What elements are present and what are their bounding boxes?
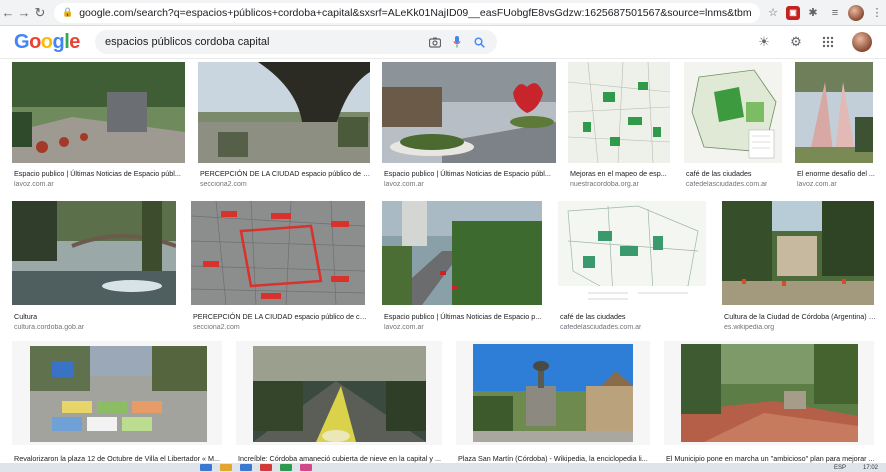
result-thumbnail[interactable] [664,341,874,445]
settings-gear-icon[interactable]: ⚙ [788,34,804,50]
image-result[interactable]: El Municipio pone en marcha un "ambicios… [664,341,876,463]
image-result[interactable]: Revalorizaron la plaza 12 de Octubre de … [12,341,224,463]
image-result[interactable]: Cultura cultura.cordoba.gob.ar [12,201,178,331]
image-result[interactable]: café de las ciudades cafedelasciudades.c… [684,62,784,192]
search-icon[interactable] [471,34,487,50]
extension-red-icon[interactable]: ▣ [786,5,800,20]
taskbar-clock[interactable]: 17:02 [863,465,878,471]
image-result[interactable]: El enorme desafío del ... lavoz.com.ar [795,62,875,192]
result-source[interactable]: lavoz.com.ar [14,181,54,188]
result-source[interactable]: cultura.cordoba.gob.ar [14,324,84,331]
address-url: google.com/search?q=espacios+públicos+co… [79,6,752,19]
result-thumbnail[interactable] [795,62,873,163]
result-title[interactable]: Increíble: Córdoba amaneció cubierta de … [238,454,444,463]
result-thumbnail[interactable] [236,341,442,445]
image-result[interactable]: Cultura de la Ciudad de Córdoba (Argenti… [722,201,876,331]
header-divider [0,58,886,59]
result-title[interactable]: café de las ciudades [560,312,706,321]
result-source[interactable]: nuestracordoba.org.ar [570,181,639,188]
taskbar-app-icon[interactable] [240,464,252,471]
image-result[interactable]: Espacio publico | Últimas Noticias de Es… [12,62,187,192]
apps-grid-icon[interactable] [820,34,836,50]
brightness-icon[interactable]: ☀ [756,34,772,50]
result-thumbnail[interactable] [722,201,874,305]
result-source[interactable]: es.wikipedia.org [724,324,774,331]
browser-menu-icon[interactable]: ⋮ [868,4,886,22]
account-avatar[interactable] [852,32,872,52]
result-thumbnail[interactable] [684,62,782,163]
result-thumbnail[interactable] [558,201,706,305]
result-source[interactable]: lavoz.com.ar [797,181,837,188]
result-title[interactable]: PERCEPCIÓN DE LA CIUDAD espacio público … [193,312,367,321]
search-box[interactable]: espacios públicos cordoba capital [95,30,497,54]
result-title[interactable]: Mejoras en el mapeo de esp... [570,169,670,178]
taskbar-language[interactable]: ESP [834,465,846,471]
result-title[interactable]: café de las ciudades [686,169,782,178]
search-input[interactable]: espacios públicos cordoba capital [105,36,421,48]
reload-icon[interactable]: ↻ [32,2,48,24]
browser-toolbar: ← → ↻ 🔒 google.com/search?q=espacios+púb… [0,0,886,26]
extensions-puzzle-icon[interactable]: ✱ [804,4,822,22]
result-title[interactable]: Revalorizaron la plaza 12 de Octubre de … [14,454,224,463]
os-taskbar: ESP 17:02 [0,463,886,472]
result-thumbnail[interactable] [382,62,556,163]
taskbar-app-icon[interactable] [220,464,232,471]
taskbar-app-icon[interactable] [300,464,312,471]
result-thumbnail[interactable] [568,62,670,163]
address-bar[interactable]: 🔒 google.com/search?q=espacios+públicos+… [54,2,760,23]
result-thumbnail[interactable] [12,341,222,445]
result-source[interactable]: secciona2.com [193,324,240,331]
taskbar-app-icon[interactable] [200,464,212,471]
image-result[interactable]: Espacio publico | Últimas Noticias de Es… [382,201,544,331]
result-title[interactable]: Cultura [14,312,178,321]
image-result[interactable]: PERCEPCIÓN DE LA CIUDAD espacio público … [191,201,367,331]
image-result[interactable]: PERCEPCIÓN DE LA CIUDAD espacio público … [198,62,372,192]
result-title[interactable]: Plaza San Martín (Córdoba) - Wikipedia, … [458,454,652,463]
tab-search-icon[interactable]: ≡ [826,4,844,22]
result-thumbnail[interactable] [382,201,542,305]
result-source[interactable]: lavoz.com.ar [384,181,424,188]
result-title[interactable]: Espacio publico | Últimas Noticias de Es… [384,312,544,321]
result-thumbnail[interactable] [198,62,370,163]
result-source[interactable]: lavoz.com.ar [384,324,424,331]
microphone-icon[interactable] [449,34,465,50]
result-thumbnail[interactable] [12,62,185,163]
image-result[interactable]: Espacio publico | Últimas Noticias de Es… [382,62,558,192]
result-source[interactable]: cafedelasciudades.com.ar [560,324,641,331]
result-title[interactable]: El enorme desafío del ... [797,169,875,178]
result-source[interactable]: cafedelasciudades.com.ar [686,181,767,188]
result-title[interactable]: PERCEPCIÓN DE LA CIUDAD espacio público … [200,169,372,178]
result-title[interactable]: Cultura de la Ciudad de Córdoba (Argenti… [724,312,876,321]
result-title[interactable]: Espacio publico | Últimas Noticias de Es… [384,169,558,178]
image-result[interactable]: Increíble: Córdoba amaneció cubierta de … [236,341,444,463]
image-result[interactable]: Plaza San Martín (Córdoba) - Wikipedia, … [456,341,652,463]
result-title[interactable]: Espacio publico | Últimas Noticias de Es… [14,169,187,178]
bookmark-star-icon[interactable]: ☆ [764,4,782,22]
image-result[interactable]: café de las ciudades cafedelasciudades.c… [558,201,708,331]
taskbar-app-icon[interactable] [280,464,292,471]
result-thumbnail[interactable] [12,201,176,305]
result-title[interactable]: El Municipio pone en marcha un "ambicios… [666,454,876,463]
taskbar-app-icon[interactable] [260,464,272,471]
lock-icon: 🔒 [62,7,74,17]
profile-avatar-small[interactable] [848,4,864,21]
google-logo[interactable]: Google [14,31,80,54]
image-result[interactable]: Mejoras en el mapeo de esp... nuestracor… [568,62,672,192]
result-thumbnail[interactable] [456,341,650,445]
camera-icon[interactable] [427,34,443,50]
result-thumbnail[interactable] [191,201,365,305]
google-header: Google espacios públicos cordoba capital… [0,26,886,58]
result-source[interactable]: secciona2.com [200,181,247,188]
back-arrow-icon[interactable]: ← [0,2,16,24]
forward-arrow-icon[interactable]: → [16,2,32,24]
